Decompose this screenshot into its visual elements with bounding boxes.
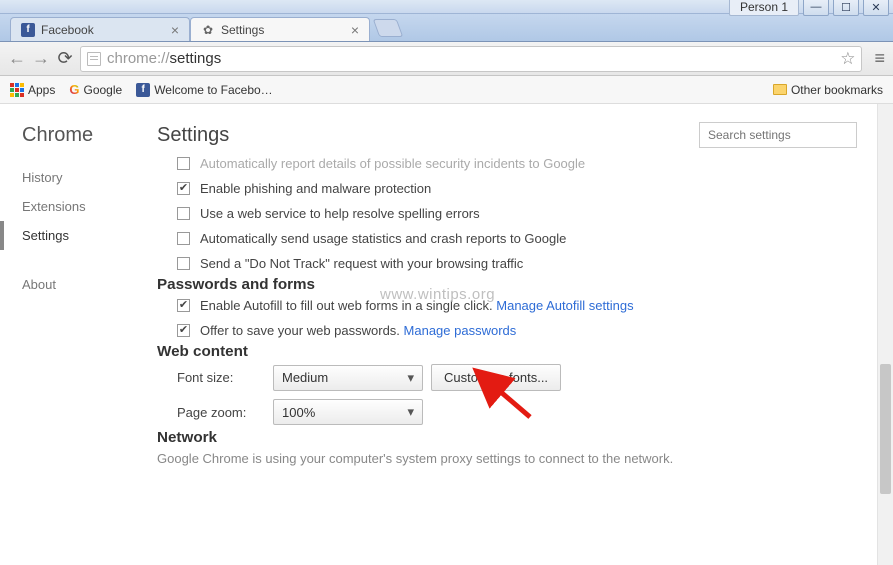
google-icon: G (69, 82, 79, 97)
page-zoom-row: Page zoom: 100% (157, 395, 857, 429)
privacy-row-usage: Automatically send usage statistics and … (157, 226, 857, 251)
scrollbar[interactable] (877, 104, 893, 565)
tab-label: Facebook (41, 23, 94, 37)
url-path: settings (170, 50, 222, 67)
manage-passwords-link[interactable]: Manage passwords (404, 323, 517, 338)
section-heading-passwords: Passwords and forms (157, 276, 857, 293)
settings-main: Settings Automatically report details of… (155, 104, 893, 565)
sidebar-item-settings[interactable]: Settings (22, 221, 155, 250)
row-label: Enable phishing and malware protection (200, 181, 431, 196)
menu-icon[interactable]: ≡ (874, 48, 885, 69)
url-scheme: chrome:// (107, 50, 170, 67)
page-zoom-label: Page zoom: (177, 405, 273, 420)
bookmark-label: Google (83, 83, 122, 97)
autofill-row: Enable Autofill to fill out web forms in… (157, 293, 857, 318)
page-icon (87, 52, 101, 66)
sidebar-title: Chrome (22, 124, 155, 147)
font-size-row: Font size: Medium Customize fonts... (157, 360, 857, 395)
row-label: Enable Autofill to fill out web forms in… (200, 298, 496, 313)
bookmark-label: Apps (28, 83, 55, 97)
privacy-row-report: Automatically report details of possible… (157, 156, 857, 176)
tab-strip: f Facebook × ✿ Settings × (0, 14, 893, 42)
row-label: Automatically send usage statistics and … (200, 231, 566, 246)
omnibox[interactable]: chrome://settings ☆ (80, 46, 862, 72)
gear-icon: ✿ (201, 23, 215, 37)
minimize-button[interactable]: — (803, 0, 829, 16)
tab-facebook[interactable]: f Facebook × (10, 17, 190, 41)
privacy-row-phishing: Enable phishing and malware protection (157, 176, 857, 201)
bookmark-label: Other bookmarks (791, 83, 883, 97)
page-zoom-select[interactable]: 100% (273, 399, 423, 425)
checkbox[interactable] (177, 299, 190, 312)
checkbox[interactable] (177, 257, 190, 270)
bookmark-facebook[interactable]: f Welcome to Facebo… (136, 83, 273, 97)
facebook-icon: f (21, 23, 35, 37)
row-label: Use a web service to help resolve spelli… (200, 206, 480, 221)
apps-button[interactable]: Apps (10, 83, 55, 97)
tab-settings[interactable]: ✿ Settings × (190, 17, 370, 41)
window-titlebar: Person 1 — ☐ ✕ (0, 0, 893, 14)
back-icon[interactable]: ← (8, 48, 26, 69)
forward-icon: → (32, 48, 50, 69)
checkbox[interactable] (177, 207, 190, 220)
settings-page: Chrome History Extensions Settings About… (0, 104, 893, 565)
font-size-select[interactable]: Medium (273, 365, 423, 391)
maximize-button[interactable]: ☐ (833, 0, 859, 16)
save-passwords-row: Offer to save your web passwords. Manage… (157, 318, 857, 343)
close-tab-icon[interactable]: × (351, 22, 359, 38)
sidebar-item-about[interactable]: About (22, 270, 155, 299)
bookmark-google[interactable]: G Google (69, 82, 122, 97)
reload-icon[interactable]: ⟳ (56, 48, 74, 69)
manage-autofill-link[interactable]: Manage Autofill settings (496, 298, 633, 313)
section-heading-webcontent: Web content (157, 343, 857, 360)
row-label: Offer to save your web passwords. (200, 323, 404, 338)
checkbox[interactable] (177, 182, 190, 195)
bookmarks-bar: Apps G Google f Welcome to Facebo… Other… (0, 76, 893, 104)
customize-fonts-button[interactable]: Customize fonts... (431, 364, 561, 391)
row-label: Send a "Do Not Track" request with your … (200, 256, 523, 271)
network-text: Google Chrome is using your computer's s… (157, 446, 857, 471)
sidebar-item-extensions[interactable]: Extensions (22, 192, 155, 221)
facebook-icon: f (136, 83, 150, 97)
row-label: Automatically report details of possible… (200, 156, 585, 171)
bookmark-label: Welcome to Facebo… (154, 83, 273, 97)
close-window-button[interactable]: ✕ (863, 0, 889, 16)
star-icon[interactable]: ☆ (840, 49, 855, 69)
other-bookmarks[interactable]: Other bookmarks (773, 83, 883, 97)
settings-sidebar: Chrome History Extensions Settings About (0, 104, 155, 565)
folder-icon (773, 84, 787, 95)
checkbox[interactable] (177, 157, 190, 170)
font-size-label: Font size: (177, 370, 273, 385)
sidebar-item-history[interactable]: History (22, 163, 155, 192)
nav-toolbar: ← → ⟳ chrome://settings ☆ ≡ (0, 42, 893, 76)
privacy-row-spelling: Use a web service to help resolve spelli… (157, 201, 857, 226)
checkbox[interactable] (177, 232, 190, 245)
apps-icon (10, 83, 24, 97)
privacy-row-dnt: Send a "Do Not Track" request with your … (157, 251, 857, 276)
close-tab-icon[interactable]: × (171, 22, 179, 38)
new-tab-button[interactable] (373, 19, 404, 37)
section-heading-network: Network (157, 429, 857, 446)
scroll-thumb[interactable] (880, 364, 891, 494)
checkbox[interactable] (177, 324, 190, 337)
tab-label: Settings (221, 23, 264, 37)
person-button[interactable]: Person 1 (729, 0, 799, 16)
search-settings-input[interactable] (699, 122, 857, 148)
page-title: Settings (157, 124, 229, 147)
